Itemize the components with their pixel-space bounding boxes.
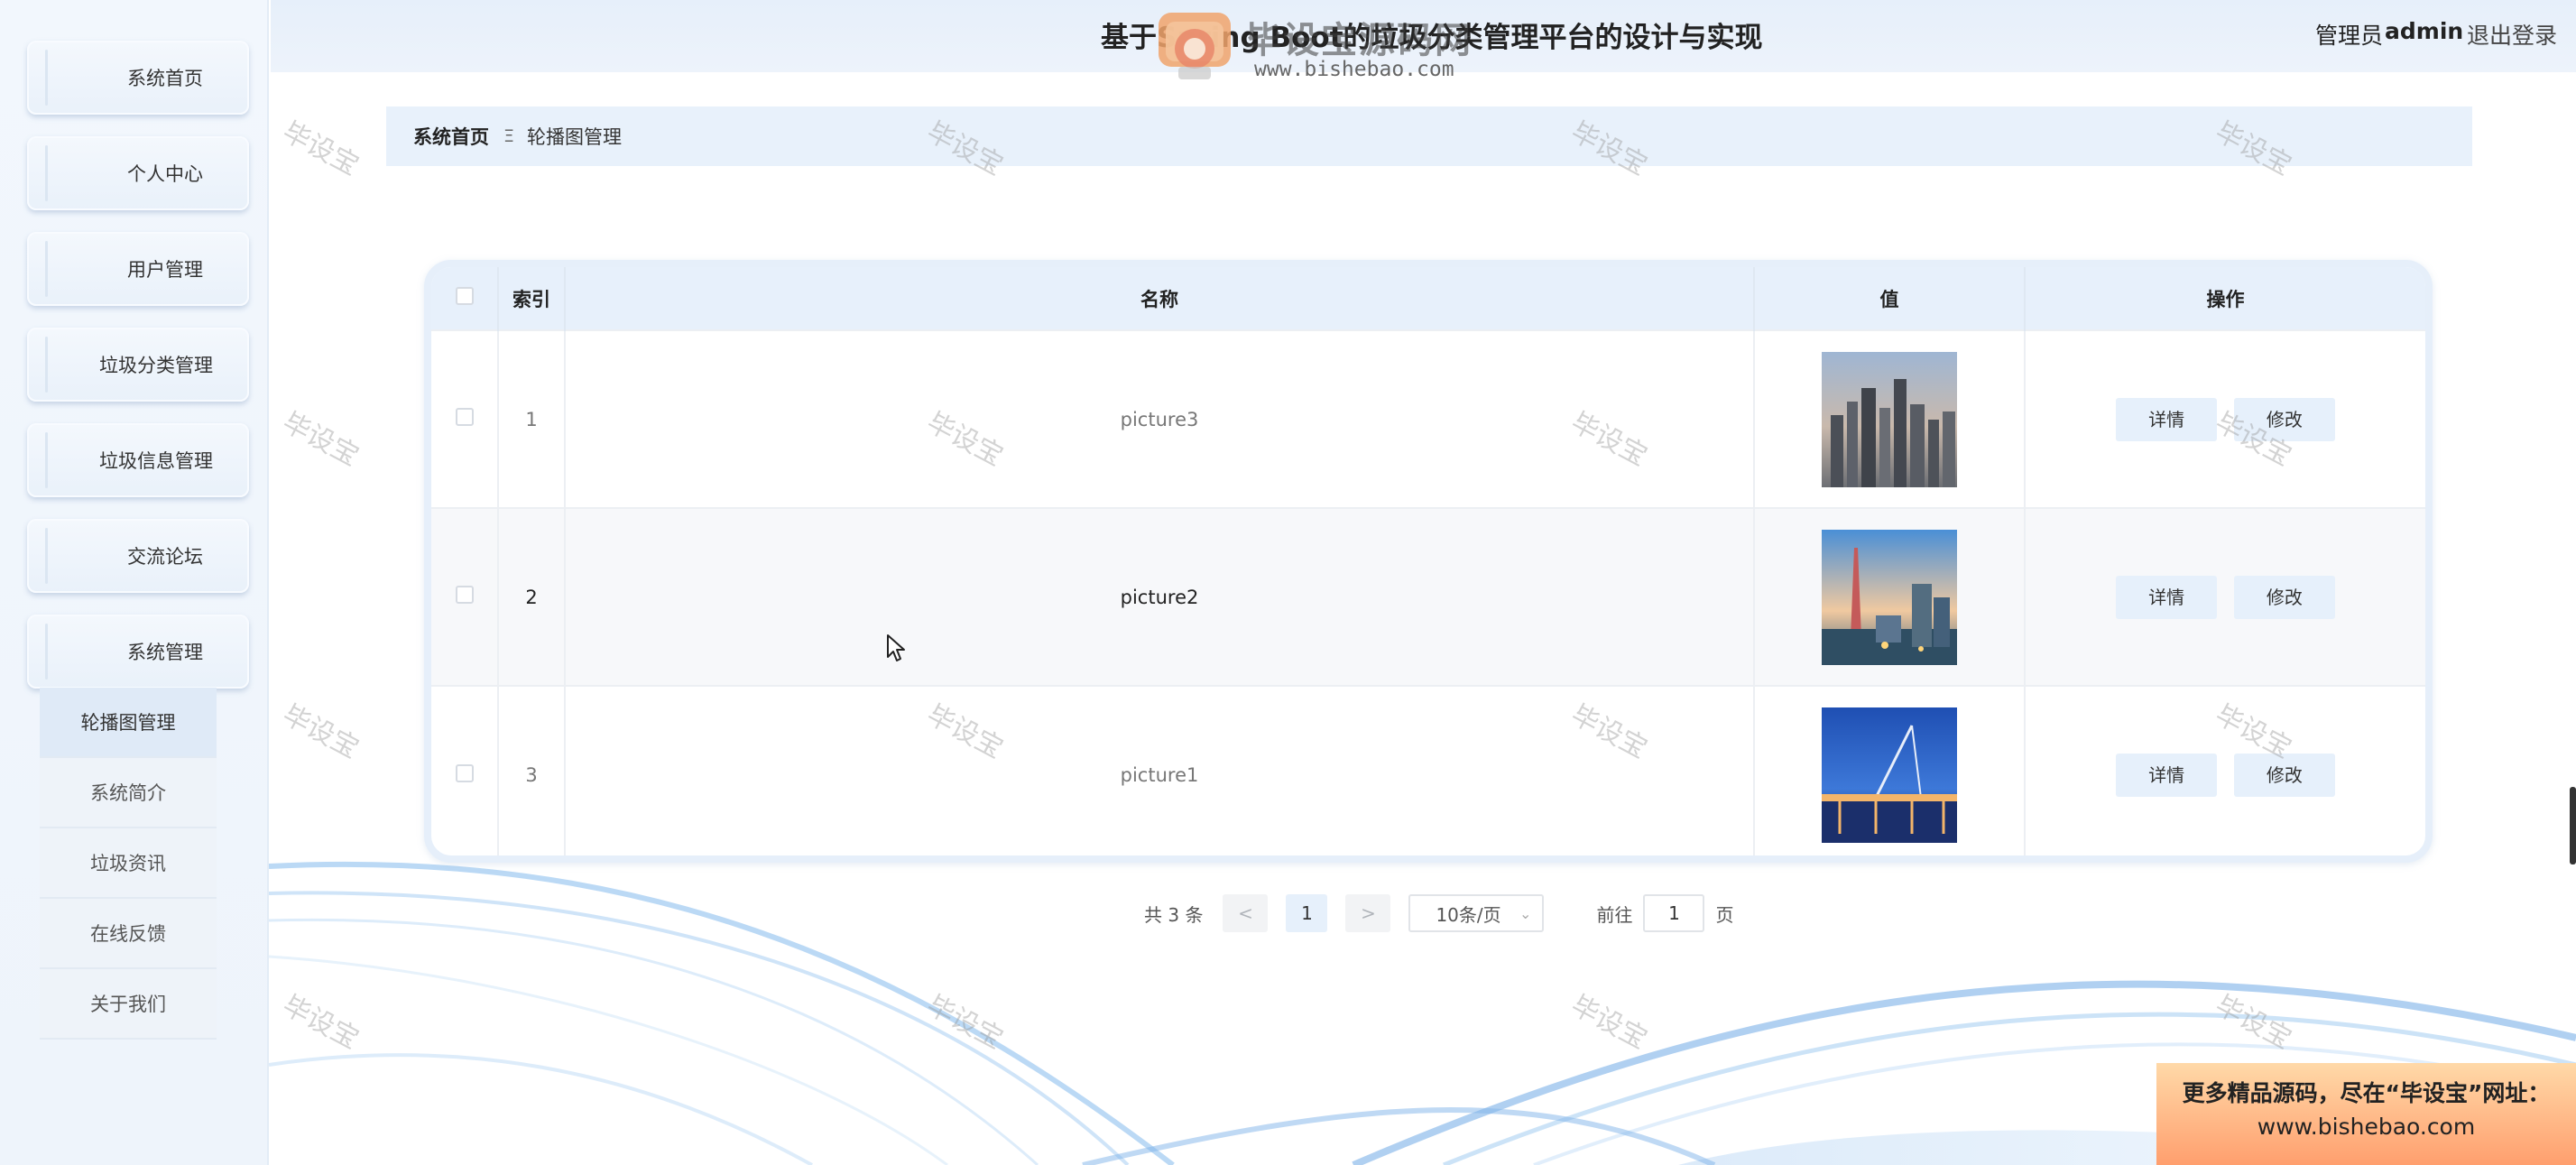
pagination-total: 共 3 条 — [1144, 903, 1204, 926]
submenu-item-feedback[interactable]: 在线反馈 — [40, 899, 217, 969]
table-row: 2 picture2 详情 修改 — [431, 507, 2425, 686]
breadcrumb-current: 轮播图管理 — [527, 126, 623, 148]
sidebar-item-home[interactable]: 系统首页 — [27, 41, 249, 115]
goto-page-input[interactable] — [1643, 894, 1705, 932]
watermark-text: 毕设宝 — [1565, 989, 1653, 1056]
table-row: 3 picture1 详情 修改 — [431, 685, 2425, 855]
user-role: 管理员 — [2315, 23, 2384, 49]
promo-line-2: www.bishebao.com — [2257, 1114, 2476, 1140]
site-logo-url: www.bishebao.com — [1254, 58, 1454, 81]
detail-button[interactable]: 详情 — [2116, 397, 2218, 441]
row-select-cell — [431, 685, 499, 855]
row-name: picture3 — [565, 329, 1755, 508]
row-action-cell: 详情 修改 — [2025, 329, 2425, 508]
promo-banner[interactable]: 更多精品源码，尽在“毕设宝”网址： www.bishebao.com — [2156, 1063, 2576, 1165]
sidebar-item-label: 个人中心 — [127, 163, 203, 185]
row-select-cell — [431, 329, 499, 508]
logout-link[interactable]: 退出登录 — [2467, 18, 2557, 51]
sidebar-item-label: 垃圾分类管理 — [99, 355, 213, 376]
site-logo-text: 毕设宝源码网 — [1245, 20, 1473, 61]
watermark-text: 毕设宝 — [2210, 989, 2297, 1056]
row-checkbox[interactable] — [455, 408, 474, 426]
detail-button[interactable]: 详情 — [2116, 575, 2218, 619]
sidebar-item-garbage-category[interactable]: 垃圾分类管理 — [27, 328, 249, 402]
breadcrumb-home[interactable]: 系统首页 — [413, 123, 489, 150]
sidebar-item-label: 交流论坛 — [127, 546, 203, 568]
column-header-value: 值 — [1754, 267, 2026, 330]
user-name: admin — [2385, 18, 2464, 44]
goto-suffix: 页 — [1715, 903, 1734, 926]
row-checkbox[interactable] — [455, 763, 474, 782]
watermark-text: 毕设宝 — [921, 989, 1009, 1056]
row-name: picture1 — [565, 685, 1755, 855]
next-page-button[interactable]: > — [1345, 894, 1391, 932]
sidebar-item-system[interactable]: 系统管理 — [27, 615, 249, 689]
row-select-cell — [431, 507, 499, 686]
watermark-text: 毕设宝 — [277, 989, 365, 1056]
pagination: 共 3 条 < 1 > 10条/页 ⌄ 前往 页 — [1144, 893, 1733, 933]
mouse-pointer-icon — [887, 634, 905, 661]
city-skyline-image — [1822, 351, 1957, 487]
row-value-cell — [1754, 685, 2026, 855]
prev-page-button[interactable]: < — [1223, 894, 1269, 932]
edit-button[interactable]: 修改 — [2233, 575, 2335, 619]
column-header-name: 名称 — [565, 267, 1755, 330]
submenu-item-carousel[interactable]: 轮播图管理 — [40, 688, 217, 758]
chevron-down-icon: ⌄ — [1519, 904, 1532, 922]
goto-label: 前往 — [1596, 903, 1633, 926]
sidebar-item-label: 垃圾信息管理 — [99, 450, 213, 472]
sidebar: 系统首页 个人中心 用户管理 垃圾分类管理 垃圾信息管理 交流论坛 系统管理 轮… — [0, 0, 269, 1165]
row-name: picture2 — [565, 507, 1755, 686]
promo-line-1: 更多精品源码，尽在“毕设宝”网址： — [2182, 1080, 2551, 1106]
select-all-checkbox[interactable] — [455, 287, 474, 305]
row-value-cell — [1754, 507, 2026, 686]
watermark-text: 毕设宝 — [277, 406, 365, 473]
row-action-cell: 详情 修改 — [2025, 685, 2425, 855]
tower-city-image — [1822, 529, 1957, 665]
submenu-item-about[interactable]: 关于我们 — [40, 969, 217, 1040]
bridge-night-image — [1822, 707, 1957, 843]
system-submenu: 轮播图管理 系统简介 垃圾资讯 在线反馈 关于我们 — [40, 688, 217, 1040]
carousel-table-card: 索引 名称 值 操作 1 picture3 详情 修改 2 picture2 详… — [424, 260, 2433, 863]
submenu-item-news[interactable]: 垃圾资讯 — [40, 828, 217, 899]
row-checkbox[interactable] — [455, 586, 474, 604]
breadcrumb-separator: Ξ — [503, 126, 515, 146]
watermark-text: 毕设宝 — [277, 698, 365, 765]
row-index: 1 — [498, 329, 566, 508]
detail-button[interactable]: 详情 — [2116, 754, 2218, 797]
carousel-table: 索引 名称 值 操作 1 picture3 详情 修改 2 picture2 详… — [431, 267, 2425, 855]
table-row: 1 picture3 详情 修改 — [431, 329, 2425, 508]
scrollbar-thumb[interactable] — [2570, 787, 2576, 865]
breadcrumb: 系统首页 Ξ 轮播图管理 — [386, 106, 2472, 166]
submenu-item-intro[interactable]: 系统简介 — [40, 758, 217, 828]
site-logo-icon — [1159, 13, 1231, 79]
sidebar-item-forum[interactable]: 交流论坛 — [27, 519, 249, 593]
sidebar-item-label: 用户管理 — [127, 259, 203, 281]
table-header-row: 索引 名称 值 操作 — [431, 267, 2425, 330]
row-value-cell — [1754, 329, 2026, 508]
edit-button[interactable]: 修改 — [2233, 754, 2335, 797]
row-index: 2 — [498, 507, 566, 686]
row-action-cell: 详情 修改 — [2025, 507, 2425, 686]
page-size-value: 10条/页 — [1436, 903, 1501, 926]
column-header-action: 操作 — [2025, 267, 2425, 330]
sidebar-item-garbage-info[interactable]: 垃圾信息管理 — [27, 423, 249, 497]
page-size-select[interactable]: 10条/页 ⌄ — [1408, 894, 1545, 932]
sidebar-item-users[interactable]: 用户管理 — [27, 232, 249, 306]
sidebar-item-profile[interactable]: 个人中心 — [27, 136, 249, 210]
select-all-cell — [431, 267, 499, 330]
sidebar-item-label: 系统管理 — [127, 642, 203, 663]
edit-button[interactable]: 修改 — [2233, 397, 2335, 441]
sidebar-item-label: 系统首页 — [127, 68, 203, 89]
page-number-1[interactable]: 1 — [1286, 894, 1328, 932]
watermark-text: 毕设宝 — [277, 116, 365, 182]
column-header-index: 索引 — [498, 267, 566, 330]
row-index: 3 — [498, 685, 566, 855]
